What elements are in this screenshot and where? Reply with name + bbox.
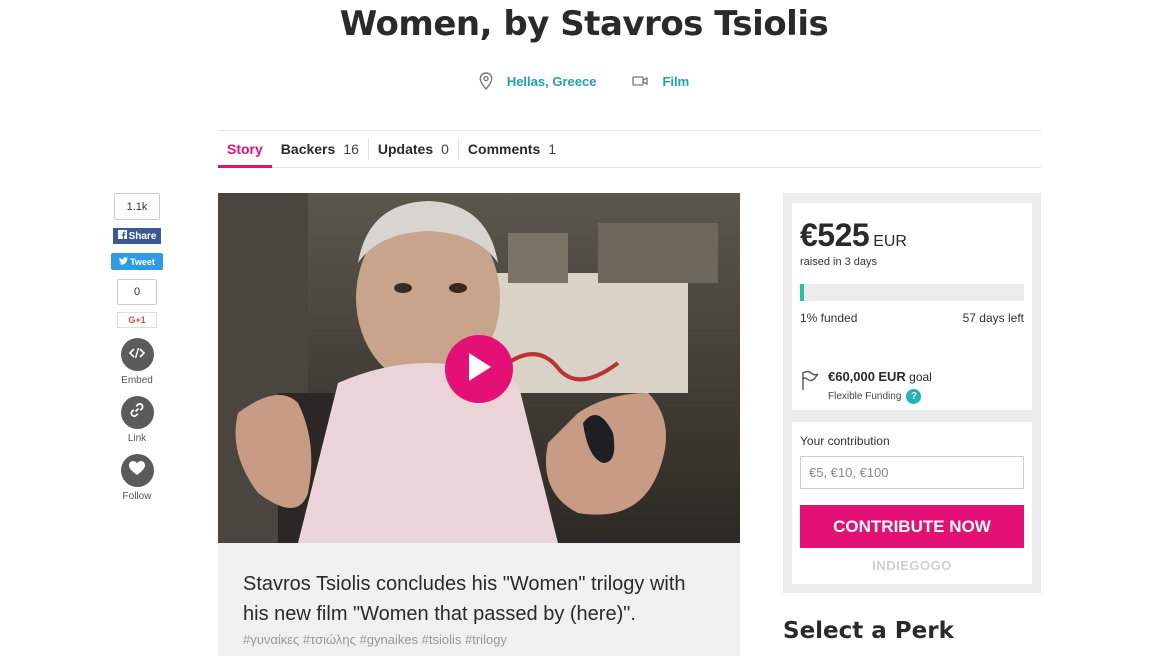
tab-updates[interactable]: Updates 0 xyxy=(367,138,458,160)
tab-backers[interactable]: Backers 16 xyxy=(272,131,368,167)
category-text: Film xyxy=(662,73,690,89)
percent-funded: 1% funded xyxy=(800,311,858,325)
goal-text: €60,000 EUR goal Flexible Funding ? xyxy=(828,369,932,404)
goal-word: goal xyxy=(909,370,932,384)
facebook-share-count: 1.1k xyxy=(114,193,160,220)
goal-line: €60,000 EUR goal xyxy=(828,369,932,384)
tweet-label: Tweet xyxy=(130,256,155,267)
link-icon xyxy=(128,401,146,424)
campaign-tags: #γυναίκες #τσιώλης #gynaikes #tsiolis #t… xyxy=(243,632,507,647)
tab-label: Backers xyxy=(280,141,336,157)
tab-label: Story xyxy=(227,141,263,157)
flag-icon xyxy=(800,369,820,396)
raised-currency: EUR xyxy=(873,233,907,250)
funding-goal: €60,000 EUR goal Flexible Funding ? xyxy=(800,369,1024,404)
location-pin-icon xyxy=(479,72,493,90)
tab-label: Comments xyxy=(467,141,541,157)
play-icon xyxy=(465,351,493,388)
select-perk-heading: Select a Perk xyxy=(783,618,954,644)
twitter-bird-icon xyxy=(119,256,129,267)
funding-type: Flexible Funding ? xyxy=(828,389,932,404)
facebook-share-label: Share xyxy=(128,230,157,242)
help-icon[interactable]: ? xyxy=(906,389,922,404)
copy-link-button[interactable] xyxy=(120,396,154,429)
heart-icon xyxy=(128,460,146,481)
funding-progress-fill xyxy=(800,284,805,301)
campaign-video[interactable] xyxy=(218,193,740,543)
follow-label: Follow xyxy=(122,491,152,502)
raised-duration: raised in 3 days xyxy=(800,256,878,268)
link-label: Link xyxy=(127,433,147,444)
code-icon xyxy=(128,346,146,364)
funding-summary-card: €525 EUR raised in 3 days 1% funded 57 d… xyxy=(792,203,1032,410)
tab-count: 1 xyxy=(548,141,557,157)
campaign-tabs: Story Backers 16 Updates 0 Comments 1 xyxy=(218,130,1041,168)
tab-count: 16 xyxy=(343,141,359,157)
funding-type-label: Flexible Funding xyxy=(828,391,902,402)
category-link[interactable]: Film xyxy=(632,72,689,90)
raised-amount-row: €525 EUR xyxy=(800,217,1024,254)
follow-button[interactable] xyxy=(120,454,154,487)
campaign-tagline: Stavros Tsiolis concludes his "Women" tr… xyxy=(243,573,686,625)
google-plus-count: 0 xyxy=(117,279,157,305)
contribution-card: Your contribution CONTRIBUTE NOW INDIEGO… xyxy=(792,422,1032,584)
funding-panel: €525 EUR raised in 3 days 1% funded 57 d… xyxy=(783,193,1041,593)
tab-comments[interactable]: Comments 1 xyxy=(457,138,565,160)
contribution-amount-input[interactable] xyxy=(800,456,1024,489)
tweet-button[interactable]: Tweet xyxy=(111,253,163,270)
facebook-icon xyxy=(117,230,127,242)
contribute-now-button[interactable]: CONTRIBUTE NOW xyxy=(800,505,1024,548)
google-plus-button[interactable]: G+1 xyxy=(117,312,157,328)
contribution-label: Your contribution xyxy=(800,434,890,448)
embed-label: Embed xyxy=(121,375,153,386)
tab-label: Updates xyxy=(377,141,434,157)
video-caption-panel: Stavros Tsiolis concludes his "Women" tr… xyxy=(218,543,740,656)
social-share-bar: 1.1k Share Tweet 0 G+1 Embed Link Follow xyxy=(110,193,164,502)
facebook-share-button[interactable]: Share xyxy=(113,228,161,244)
campaign-meta: Hellas, Greece Film xyxy=(0,72,1168,90)
campaign-title: Women, by Stavros Tsiolis xyxy=(339,4,829,44)
funding-progress-bar xyxy=(800,284,1024,301)
goal-amount: €60,000 xyxy=(828,369,875,384)
raised-amount: €525 xyxy=(800,217,870,253)
play-button[interactable] xyxy=(445,335,513,403)
embed-button[interactable] xyxy=(120,338,154,371)
tab-story[interactable]: Story xyxy=(218,131,272,168)
goal-currency: EUR xyxy=(878,369,906,384)
location-text: Hellas, Greece xyxy=(506,73,597,89)
tab-count: 0 xyxy=(441,141,449,157)
video-camera-icon xyxy=(632,75,649,87)
indiegogo-logo: INDIEGOGO xyxy=(872,558,952,573)
location-link[interactable]: Hellas, Greece xyxy=(479,72,597,90)
funding-stats-row: 1% funded 57 days left xyxy=(800,311,1024,325)
days-left: 57 days left xyxy=(962,311,1024,325)
